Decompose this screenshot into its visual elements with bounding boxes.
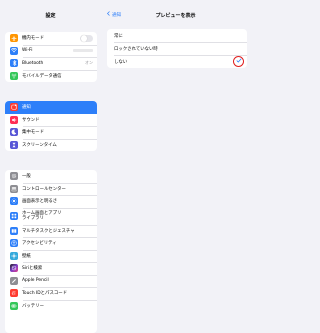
sidebar-item-label: Wi-Fi bbox=[22, 48, 33, 54]
sidebar-item-wifi[interactable]: Wi-Fi bbox=[5, 44, 97, 58]
home-grid-icon bbox=[10, 212, 18, 220]
option-label: 常に bbox=[114, 33, 123, 39]
sidebar-group-notifications: 通知 サウンド 集中モード スクリーンタイム bbox=[5, 101, 97, 151]
sidebar-item-label: 一般 bbox=[22, 174, 31, 180]
gear-icon bbox=[10, 172, 18, 181]
sidebar-item-bluetooth[interactable]: Bluetooth オン bbox=[5, 57, 97, 70]
option-label: ロックされていない時 bbox=[114, 46, 158, 52]
multitask-icon bbox=[10, 226, 18, 235]
sidebar-item-battery[interactable]: バッテリー bbox=[5, 299, 97, 313]
sidebar-item-label: コントロールセンター bbox=[22, 186, 66, 192]
sidebar-item-wallpaper[interactable]: 壁紙 bbox=[5, 249, 97, 263]
sidebar-item-label: スクリーンタイム bbox=[22, 142, 57, 148]
wifi-icon bbox=[10, 46, 18, 55]
sidebar-item-cellular[interactable]: モバイルデータ通信 bbox=[5, 69, 97, 83]
sidebar-item-label: モバイルデータ通信 bbox=[22, 73, 62, 79]
sidebar-item-multitasking[interactable]: マルチタスクとジェスチャ bbox=[5, 224, 97, 238]
sidebar-item-screen-time[interactable]: スクリーンタイム bbox=[5, 138, 97, 152]
sidebar-item-siri-search[interactable]: Siriと検索 bbox=[5, 262, 97, 275]
sidebar-item-label: 機内モード bbox=[22, 36, 44, 42]
sidebar-item-focus[interactable]: 集中モード bbox=[5, 126, 97, 139]
sidebar-item-label: サウンド bbox=[22, 117, 40, 123]
sidebar-item-touch-id[interactable]: Touch IDとパスコード bbox=[5, 287, 97, 300]
sidebar-item-home-screen[interactable]: ホーム画面とアプリ ライブラリ bbox=[5, 207, 97, 225]
sidebar-item-accessibility[interactable]: アクセシビリティ bbox=[5, 237, 97, 250]
option-never[interactable]: しない bbox=[107, 55, 247, 68]
battery-icon bbox=[10, 301, 18, 310]
wallpaper-icon bbox=[10, 251, 18, 260]
sidebar-item-sounds[interactable]: サウンド bbox=[5, 114, 97, 127]
label-line-2: ライブラリ bbox=[22, 216, 44, 221]
sidebar-group-connectivity: 機内モード Wi-Fi Bluetooth オン モバイルデータ通信 bbox=[5, 32, 97, 82]
sidebar-item-control-center[interactable]: コントロールセンター bbox=[5, 182, 97, 196]
sidebar-item-label: 通知 bbox=[22, 105, 31, 111]
option-label: しない bbox=[114, 59, 128, 65]
wifi-network-redacted bbox=[73, 49, 93, 53]
detail-panel: 通知 プレビューを表示 常に ロックされていない時 しない bbox=[101, 0, 250, 333]
moon-icon bbox=[10, 128, 18, 137]
sidebar-item-label: Siriと検索 bbox=[22, 266, 43, 272]
sidebar-item-label: 壁紙 bbox=[22, 253, 31, 259]
speaker-icon bbox=[10, 115, 18, 124]
sidebar-item-general[interactable]: 一般 bbox=[5, 170, 97, 183]
sidebar-group-general: 一般 コントロールセンター 画面表示と明るさ ホーム画面とアプリ ライブラリ マル… bbox=[5, 170, 97, 333]
sidebar-item-label: アクセシビリティ bbox=[22, 241, 57, 247]
airplane-icon bbox=[10, 34, 18, 43]
option-when-unlocked[interactable]: ロックされていない時 bbox=[107, 42, 247, 55]
sidebar-item-label: Apple Pencil bbox=[22, 278, 49, 284]
option-always[interactable]: 常に bbox=[107, 29, 247, 42]
antenna-icon bbox=[10, 71, 18, 80]
hourglass-icon bbox=[10, 140, 18, 149]
sidebar-item-label: ホーム画面とアプリ ライブラリ bbox=[22, 211, 97, 222]
pencil-icon bbox=[10, 276, 18, 285]
bluetooth-icon bbox=[10, 59, 18, 68]
bluetooth-status: オン bbox=[85, 60, 93, 66]
sidebar-item-label: マルチタスクとジェスチャ bbox=[22, 228, 75, 234]
airplane-mode-toggle[interactable] bbox=[80, 34, 93, 42]
label-line-1: ホーム画面とアプリ bbox=[22, 210, 62, 216]
accessibility-icon bbox=[10, 239, 18, 248]
sidebar-item-label: 集中モード bbox=[22, 130, 44, 136]
sidebar-item-notifications[interactable]: 通知 bbox=[5, 101, 97, 114]
sidebar-item-label: Touch IDとパスコード bbox=[22, 291, 68, 297]
page-title: プレビューを表示 bbox=[155, 13, 196, 19]
sidebar-title: 設定 bbox=[45, 13, 56, 19]
checkmark-icon bbox=[235, 57, 242, 65]
switches-icon bbox=[10, 184, 18, 193]
sidebar-item-label: Bluetooth bbox=[22, 60, 44, 66]
selected-checkmark bbox=[233, 55, 244, 67]
settings-sidebar: 設定 機内モード Wi-Fi Bluetooth オン モバイルデータ通信 通知… bbox=[0, 0, 102, 333]
sidebar-item-apple-pencil[interactable]: Apple Pencil bbox=[5, 274, 97, 288]
sidebar-item-label: バッテリー bbox=[22, 303, 44, 309]
brightness-icon bbox=[10, 197, 18, 206]
siri-icon bbox=[10, 264, 18, 273]
fingerprint-icon bbox=[10, 289, 18, 298]
sidebar-item-airplane-mode[interactable]: 機内モード bbox=[5, 32, 97, 45]
sidebar-item-display-brightness[interactable]: 画面表示と明るさ bbox=[5, 195, 97, 208]
preview-options-list: 常に ロックされていない時 しない bbox=[107, 29, 247, 68]
sidebar-item-label: 画面表示と明るさ bbox=[22, 199, 58, 205]
notification-icon bbox=[10, 103, 18, 112]
